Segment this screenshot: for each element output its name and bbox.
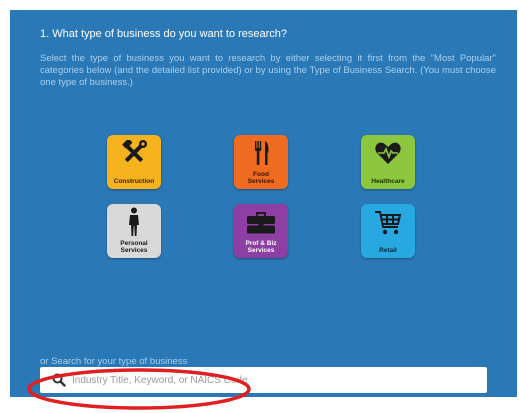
screenshot-frame: 1. What type of business do you want to …	[0, 0, 519, 410]
briefcase-icon	[234, 208, 288, 236]
business-search-box[interactable]	[40, 367, 487, 393]
section-description: Select the type of business you want to …	[40, 53, 496, 88]
category-tile-construction[interactable]: Construction	[107, 135, 161, 189]
category-label: Personal Services	[120, 240, 148, 254]
category-label: Prof & Biz Services	[245, 240, 277, 254]
person-icon	[107, 207, 161, 236]
category-tile-personal-services[interactable]: Personal Services	[107, 204, 161, 258]
category-label: Healthcare	[371, 178, 405, 185]
category-tile-food-services[interactable]: Food Services	[234, 135, 288, 189]
section-heading: 1. What type of business do you want to …	[40, 28, 288, 40]
heart-pulse-icon	[361, 139, 415, 167]
category-tile-prof-biz-services[interactable]: Prof & Biz Services	[234, 204, 288, 258]
business-search-input[interactable]	[72, 370, 472, 390]
tools-icon	[107, 139, 161, 167]
shopping-cart-icon	[361, 208, 415, 236]
category-label: Food Services	[247, 171, 275, 185]
category-label: Construction	[113, 178, 155, 185]
category-tile-retail[interactable]: Retail	[361, 204, 415, 258]
fork-knife-icon	[234, 139, 288, 167]
business-type-panel: 1. What type of business do you want to …	[10, 10, 517, 410]
search-icon	[52, 373, 66, 387]
category-label: Retail	[379, 247, 397, 254]
category-tile-healthcare[interactable]: Healthcare	[361, 135, 415, 189]
